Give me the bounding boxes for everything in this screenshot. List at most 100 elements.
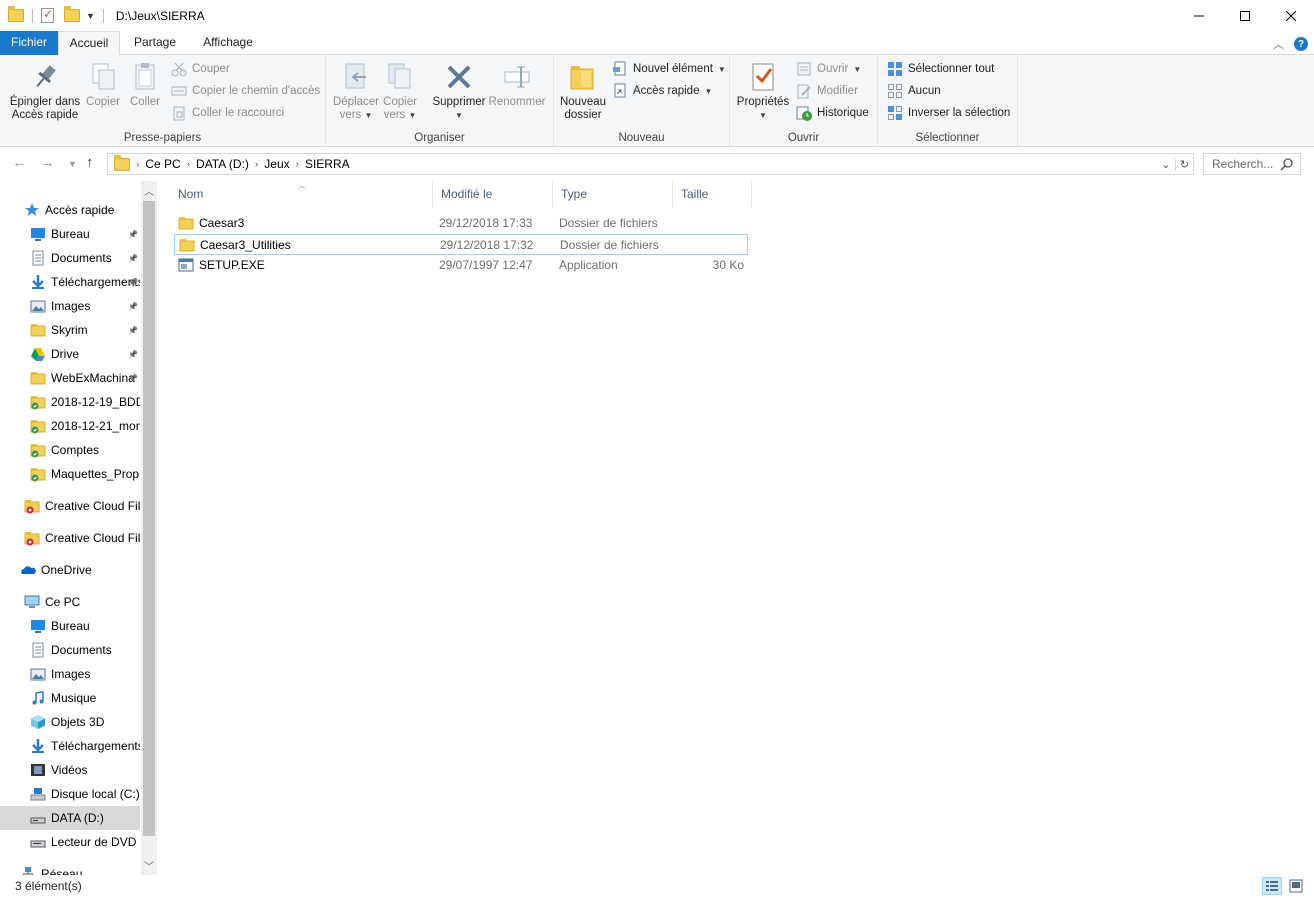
sidebar-item[interactable]: Images [0, 662, 140, 686]
refresh-icon[interactable]: ↻ [1175, 157, 1193, 171]
search-box[interactable]: Recherch... [1203, 153, 1301, 175]
column-header-size[interactable]: Taille [673, 181, 752, 207]
chevron-right-icon[interactable]: › [136, 159, 139, 170]
forward-arrow-icon[interactable]: → [40, 154, 55, 171]
breadcrumb[interactable]: Ce PC [145, 157, 180, 171]
sidebar-item[interactable]: Images 📌 [0, 294, 140, 318]
sidebar-item[interactable]: Accès rapide [0, 198, 140, 222]
chevron-right-icon[interactable]: › [255, 159, 258, 170]
copy-to-icon [384, 61, 416, 93]
large-icons-view-button[interactable] [1286, 877, 1306, 895]
sidebar-item[interactable]: Bureau [0, 614, 140, 638]
sidebar-item[interactable]: OneDrive [0, 558, 140, 582]
scroll-down-icon[interactable]: ﹀ [141, 858, 157, 873]
sidebar-item[interactable]: Vidéos [0, 758, 140, 782]
sidebar-item[interactable]: Téléchargements [0, 734, 140, 758]
move-to-button[interactable]: Déplacer vers ▼ [330, 61, 382, 122]
properties-icon[interactable] [41, 7, 54, 23]
nav-pane-scrollbar[interactable]: ︿ ﹀ [141, 181, 157, 875]
tab-view[interactable]: Affichage [190, 31, 266, 55]
sidebar-item[interactable]: Réseau [0, 862, 140, 875]
sidebar-item[interactable]: WebExMachina 📌 [0, 366, 140, 390]
chevron-down-icon: ▼ [717, 64, 726, 74]
address-history-chevron-icon[interactable]: ⌄ [1157, 158, 1175, 171]
properties-label: Propriétés [736, 96, 790, 108]
new-folder-button[interactable]: Nouveau dossier [558, 61, 608, 122]
tab-home[interactable]: Accueil [58, 31, 120, 56]
sidebar-item[interactable]: Drive 📌 [0, 342, 140, 366]
navigation-pane[interactable]: Accès rapide Bureau 📌 Documents 📌 Téléchargem… [0, 181, 157, 875]
select-none-button[interactable]: Aucun [887, 81, 941, 101]
customize-toolbar-icon[interactable]: ▼ [86, 11, 95, 21]
sidebar-item[interactable]: Documents 📌 [0, 246, 140, 270]
sidebar-item[interactable]: Comptes [0, 438, 140, 462]
copy-to-button[interactable]: Copier vers ▼ [378, 61, 422, 122]
new-item-button[interactable]: Nouvel élément ▼ [612, 59, 726, 79]
pin-label-line2: Accès rapide [11, 109, 79, 121]
paste-button[interactable]: Coller [126, 61, 164, 109]
cut-button[interactable]: Couper [171, 59, 230, 79]
back-arrow-icon[interactable]: ← [12, 154, 27, 171]
properties-button[interactable]: Propriétés ▼ [736, 61, 790, 122]
open-button[interactable]: Ouvrir ▼ [796, 59, 861, 79]
move-to-label-1: Déplacer [332, 96, 380, 108]
column-header-modified[interactable]: Modifié le [433, 181, 553, 207]
sidebar-item[interactable]: Maquettes_Prop [0, 462, 140, 486]
maximize-button[interactable] [1222, 0, 1268, 31]
up-arrow-icon[interactable]: ↑ [86, 154, 94, 171]
select-all-button[interactable]: Sélectionner tout [887, 59, 994, 79]
edit-button[interactable]: Modifier [796, 81, 858, 101]
help-icon[interactable]: ? [1294, 37, 1308, 51]
new-item-label: Nouvel élément [633, 63, 713, 75]
chevron-right-icon[interactable]: › [296, 159, 299, 170]
properties-icon [747, 61, 779, 93]
column-header-name[interactable]: ︿ Nom [170, 181, 433, 207]
close-button[interactable] [1268, 0, 1314, 31]
sidebar-item[interactable]: Ce PC [0, 590, 140, 614]
sidebar-item[interactable]: 2018-12-19_BDD [0, 390, 140, 414]
sidebar-item[interactable]: Disque local (C:) [0, 782, 140, 806]
new-folder-icon[interactable] [64, 6, 80, 22]
table-row[interactable]: Caesar3 29/12/2018 17:33 Dossier de fichie… [174, 213, 748, 234]
sidebar-item[interactable]: Bureau 📌 [0, 222, 140, 246]
sidebar-item[interactable]: Lecteur de DVD ( [0, 830, 140, 854]
sidebar-item-label: DATA (D:) [51, 811, 104, 825]
sidebar-item[interactable]: Téléchargements 📌 [0, 270, 140, 294]
tab-share[interactable]: Partage [124, 31, 186, 55]
copy-path-icon [171, 83, 187, 99]
recent-locations-icon[interactable]: ▼ [68, 159, 77, 169]
breadcrumb[interactable]: SIERRA [305, 157, 350, 171]
breadcrumb[interactable]: Jeux [264, 157, 289, 171]
scroll-up-icon[interactable]: ︿ [141, 183, 157, 198]
sidebar-item[interactable]: Creative Cloud Files [0, 494, 140, 518]
delete-button[interactable]: Supprimer ▼ [430, 61, 488, 122]
paste-shortcut-button[interactable]: Coller le raccourci [171, 103, 284, 123]
table-row[interactable]: Caesar3_Utilities 29/12/2018 17:32 Dossier… [174, 234, 748, 255]
title-bar: ▼ D:\Jeux\SIERRA [0, 0, 1314, 31]
sidebar-item[interactable]: Objets 3D [0, 710, 140, 734]
copy-button[interactable]: Copier [84, 61, 122, 109]
sidebar-item[interactable]: Musique [0, 686, 140, 710]
rename-button[interactable]: Renommer [488, 61, 546, 109]
sidebar-item[interactable]: Skyrim 📌 [0, 318, 140, 342]
scrollbar-thumb[interactable] [143, 201, 155, 836]
details-view-button[interactable] [1262, 877, 1282, 895]
minimize-button[interactable] [1176, 0, 1222, 31]
chevron-right-icon[interactable]: › [187, 159, 190, 170]
breadcrumb[interactable]: DATA (D:) [196, 157, 249, 171]
address-bar[interactable]: › Ce PC › DATA (D:) › Jeux › SIERRA ⌄ ↻ [107, 153, 1194, 175]
table-row[interactable]: SETUP.EXE 29/07/1997 12:47 Application 30 K… [174, 255, 748, 276]
collapse-ribbon-icon[interactable]: ︿ [1273, 36, 1284, 52]
column-header-type[interactable]: Type [553, 181, 673, 207]
sidebar-item[interactable]: 2018-12-21_mon [0, 414, 140, 438]
pin-quick-access-button[interactable]: Épingler dans Accès rapide [6, 61, 84, 122]
copy-path-button[interactable]: Copier le chemin d'accès [171, 81, 320, 101]
sidebar-item[interactable]: Documents [0, 638, 140, 662]
search-input[interactable]: Recherch... [1212, 157, 1273, 171]
invert-selection-button[interactable]: Inverser la sélection [887, 103, 1010, 123]
tab-file[interactable]: Fichier [0, 31, 58, 55]
history-button[interactable]: Historique [796, 103, 869, 123]
easy-access-button[interactable]: Accès rapide ▼ [612, 81, 712, 101]
sidebar-item[interactable]: DATA (D:) [0, 806, 140, 830]
sidebar-item[interactable]: Creative Cloud Files [0, 526, 140, 550]
